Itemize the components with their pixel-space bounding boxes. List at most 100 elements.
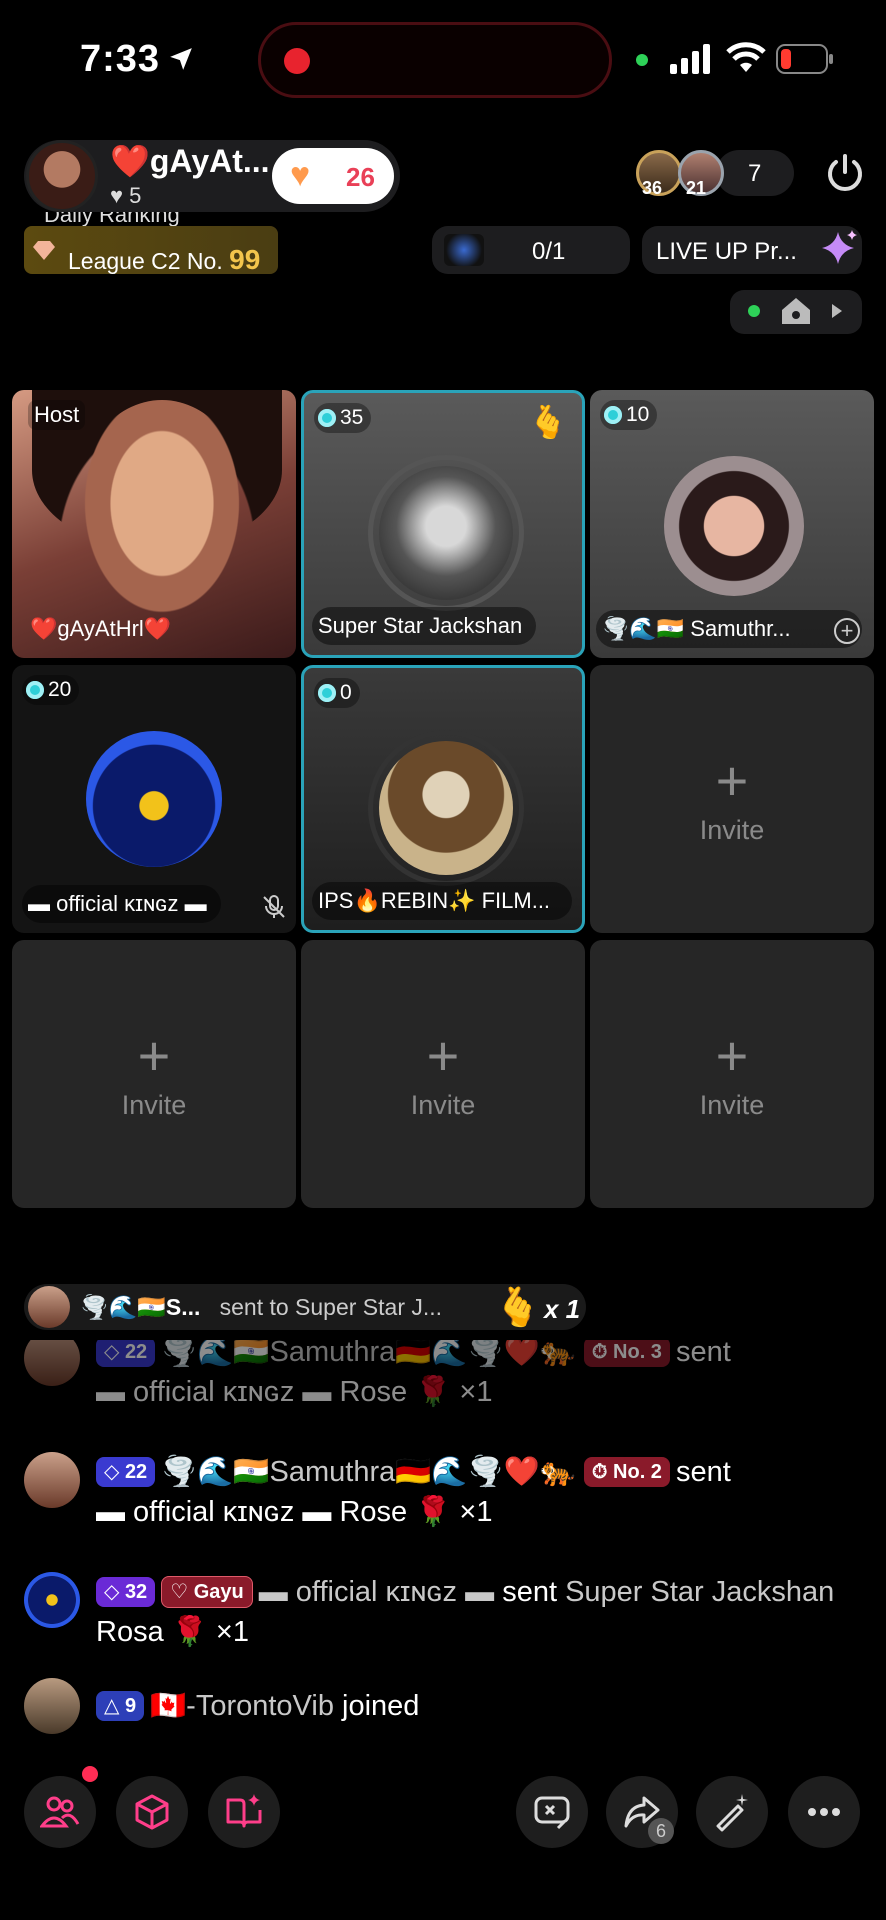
play-arrow-icon[interactable] <box>830 302 844 320</box>
guest-avatar-image <box>379 466 513 600</box>
guest-seat-2[interactable]: 35 🫰 Super Star Jackshan <box>301 390 585 658</box>
guest-avatar[interactable] <box>368 455 524 611</box>
effects-button[interactable] <box>116 1776 188 1848</box>
invite-seat[interactable]: + Invite <box>590 665 874 933</box>
score-icon <box>318 684 336 702</box>
people-icon <box>40 1796 80 1828</box>
guest-seat-4[interactable]: 20 ▬ official ᴋɪɴɢᴢ ▬ <box>12 665 296 933</box>
seat-score: 10 <box>600 400 658 430</box>
chat-text: ◇ 32 ♡ Gayu ▬ official ᴋɪɴɢᴢ ▬ sent Super … <box>96 1572 864 1652</box>
chat-text: ◇ 22 🌪️🌊🇮🇳Samuthra🇩🇪🌊🌪️❤️🐅 ⏱ No. 2 sent ▬ … <box>96 1452 864 1532</box>
action-verb: sent <box>502 1576 558 1608</box>
level-badge: ◇ 32 <box>96 1577 156 1607</box>
guest-seat-3[interactable]: 10 🌪️🌊🇮🇳 Samuthr... + <box>590 390 874 658</box>
magic-wand-button[interactable] <box>696 1776 768 1848</box>
level-badge: ◇ 22 <box>96 1457 156 1487</box>
finger-heart-icon: 🫰 <box>528 404 568 440</box>
viewer-count: 7 <box>748 160 762 187</box>
invite-plus-icon: + <box>137 1024 171 1087</box>
sender-name[interactable]: ▬ official ᴋɪɴɢᴢ ▬ <box>259 1576 494 1608</box>
power-icon[interactable] <box>822 150 868 196</box>
chat-message[interactable]: ◇ 22 🌪️🌊🇮🇳Samuthra🇩🇪🌊🌪️❤️🐅 ⏱ No. 2 sent ▬ … <box>24 1452 864 1542</box>
mic-muted-icon <box>263 895 285 918</box>
level-value: 22 <box>124 1341 148 1363</box>
invite-label: Invite <box>699 815 765 845</box>
invite-seat[interactable]: + Invite <box>301 940 585 1208</box>
chat-off-icon <box>534 1796 570 1830</box>
magic-wand-icon <box>716 1794 748 1832</box>
chat-avatar[interactable] <box>24 1678 80 1734</box>
chat-avatar[interactable] <box>24 1572 80 1628</box>
level-badge: △ 9 <box>96 1691 145 1721</box>
seat-score: 20 <box>22 675 80 705</box>
league-label: League C2 No. <box>68 248 223 274</box>
guest-avatar-image <box>379 741 513 875</box>
like-count: 26 <box>346 162 375 192</box>
sender-name[interactable]: 🌪️🌊🇮🇳Samuthra🇩🇪🌊🌪️❤️🐅 <box>161 1340 576 1368</box>
gift-item: Rose 🌹 ×1 <box>339 1376 493 1408</box>
follow-plus-icon[interactable]: + <box>834 618 860 644</box>
action-verb: sent <box>675 1340 731 1368</box>
score-icon <box>318 409 336 427</box>
invite-plus-icon: + <box>426 1024 460 1087</box>
cube-icon <box>135 1794 169 1830</box>
guest-name: ▬ official ᴋɪɴɢᴢ ▬ <box>22 885 221 923</box>
fan-club-name: Gayu <box>193 1581 244 1603</box>
stories-button[interactable] <box>208 1776 280 1848</box>
home-icon[interactable] <box>780 296 812 326</box>
level-value: 32 <box>124 1581 148 1603</box>
rank-value: No. 2 <box>613 1461 662 1483</box>
guests-button[interactable] <box>24 1776 96 1848</box>
guest-name: IPS🔥REBIN✨ FILM... <box>312 882 572 920</box>
guest-avatar[interactable] <box>664 456 804 596</box>
live-up-label: LIVE UP Pr... <box>656 238 797 265</box>
chat-message[interactable]: ◇ 32 ♡ Gayu ▬ official ᴋɪɴɢᴢ ▬ sent Super … <box>24 1572 864 1662</box>
seat-score-value: 35 <box>340 406 364 429</box>
host-tile-name: ❤️gAyAtHrl❤️ <box>30 616 172 641</box>
league-number: 99 <box>229 244 261 275</box>
invite-plus-icon: + <box>715 749 749 812</box>
location-arrow-icon <box>170 48 192 70</box>
gift-multiplier: x 1 <box>544 1294 581 1324</box>
more-button[interactable] <box>788 1776 860 1848</box>
level-value: 22 <box>124 1461 148 1483</box>
action-verb: joined <box>342 1690 420 1722</box>
chat-message[interactable]: △ 9 🇨🇦-TorontoVib joined <box>24 1678 864 1734</box>
gift-target[interactable]: ▬ official ᴋɪɴɢᴢ ▬ <box>96 1496 331 1528</box>
sender-name[interactable]: 🇨🇦-TorontoVib <box>150 1690 334 1722</box>
kingz-logo <box>86 731 222 867</box>
dynamic-island[interactable] <box>258 22 612 98</box>
host-video-tile[interactable]: Host ❤️gAyAtHrl❤️ <box>12 390 296 658</box>
invite-seat[interactable]: + Invite <box>12 940 296 1208</box>
guest-avatar[interactable] <box>86 731 222 867</box>
chat-message[interactable]: ◇ 22 🌪️🌊🇮🇳Samuthra🇩🇪🌊🌪️❤️🐅 ⏱ No. 3 sent ▬ … <box>24 1340 864 1430</box>
gift-banner-text: 🌪️🌊🇮🇳S... sent to Super Star J... <box>80 1294 442 1321</box>
seat-score-value: 20 <box>48 678 72 701</box>
chat-avatar[interactable] <box>24 1452 80 1508</box>
wifi-icon <box>726 42 766 72</box>
rank-badge: ⏱ No. 2 <box>583 1457 670 1487</box>
guest-avatar[interactable] <box>368 730 524 886</box>
gift-target[interactable]: Super Star Jackshan <box>565 1576 834 1608</box>
seat-score-value: 0 <box>340 681 352 704</box>
gift-item: Rosa 🌹 ×1 <box>96 1616 249 1648</box>
gift-sender: 🌪️🌊🇮🇳S... <box>80 1294 201 1320</box>
invite-label: Invite <box>699 1090 765 1120</box>
guest-avatar-image <box>664 456 804 596</box>
chat-avatar[interactable] <box>24 1340 80 1386</box>
invite-label: Invite <box>410 1090 476 1120</box>
cellular-signal-icon <box>670 44 710 74</box>
level-badge: ◇ 22 <box>96 1340 156 1367</box>
recording-indicator-icon <box>284 48 310 74</box>
live-status-dot <box>748 305 760 317</box>
chat-toggle-button[interactable] <box>516 1776 588 1848</box>
viewer-badge: 21 <box>686 178 707 198</box>
sender-name[interactable]: 🌪️🌊🇮🇳Samuthra🇩🇪🌊🌪️❤️🐅 <box>161 1456 576 1488</box>
fan-badge: ♡ Gayu <box>161 1576 253 1608</box>
host-video-face <box>72 400 252 630</box>
gift-target[interactable]: ▬ official ᴋɪɴɢᴢ ▬ <box>96 1376 331 1408</box>
host-avatar[interactable] <box>26 140 98 212</box>
guest-seat-5[interactable]: 0 IPS🔥REBIN✨ FILM... <box>301 665 585 933</box>
rank-badge: ⏱ No. 3 <box>583 1340 670 1367</box>
invite-seat[interactable]: + Invite <box>590 940 874 1208</box>
